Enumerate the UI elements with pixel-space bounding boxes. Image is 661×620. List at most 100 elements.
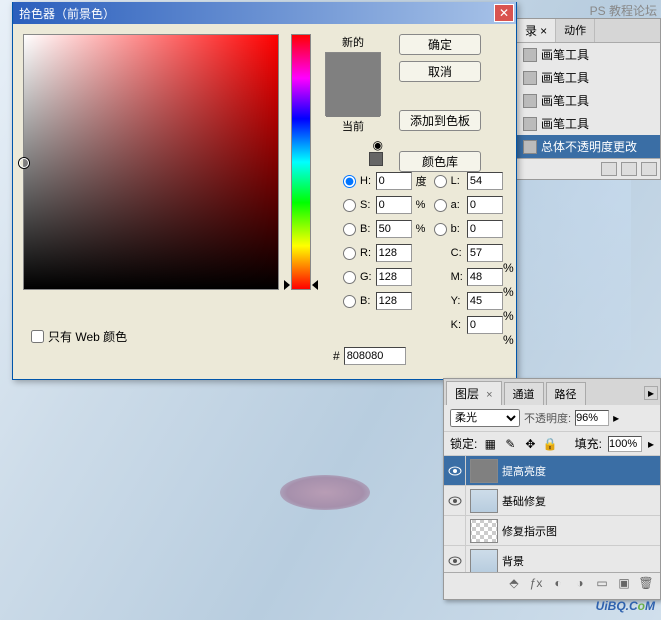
color-fields: H:度 L: S:% a: B:% b: R: C: G: M: B: Y: K… (343, 172, 503, 334)
lock-move-icon[interactable]: ✥ (523, 437, 537, 451)
swatch-current[interactable] (326, 85, 380, 117)
brush-icon (523, 94, 537, 108)
fill-input[interactable] (608, 436, 642, 452)
tab-paths[interactable]: 路径 (546, 382, 586, 405)
close-button[interactable]: ✕ (494, 4, 514, 22)
chevron-icon[interactable]: ▸ (613, 411, 619, 425)
dialog-titlebar[interactable]: 拾色器（前景色） ✕ (13, 2, 516, 24)
visibility-eye-icon[interactable] (444, 486, 466, 515)
radio-b[interactable] (343, 223, 356, 236)
radio-s[interactable] (343, 199, 356, 212)
folder-icon[interactable]: ▭ (594, 576, 610, 590)
input-y[interactable] (467, 292, 503, 310)
lock-label: 锁定: (450, 435, 477, 452)
radio-g[interactable] (343, 271, 356, 284)
visibility-eye-icon[interactable] (444, 456, 466, 485)
web-warning-icon[interactable] (369, 152, 383, 166)
history-item[interactable]: 画笔工具 (517, 43, 660, 66)
input-b[interactable] (376, 220, 412, 238)
web-only-checkbox[interactable]: 只有 Web 颜色 (31, 328, 127, 345)
layers-panel: 图层 × 通道 路径 ▸ 柔光 不透明度: ▸ 锁定: ▦ ✎ ✥ 🔒 填充: … (443, 378, 661, 600)
history-footer (517, 158, 660, 179)
panel-menu-icon[interactable]: ▸ (644, 386, 658, 400)
input-m[interactable] (467, 268, 503, 286)
mask-icon[interactable]: ◐ (550, 576, 566, 590)
layer-thumbnail[interactable] (470, 549, 498, 573)
history-item-selected[interactable]: 总体不透明度更改 (517, 135, 660, 158)
ok-button[interactable]: 确定 (399, 34, 481, 55)
cube-warning-icon[interactable]: ◉ (369, 138, 383, 152)
tab-history[interactable]: 录 × (517, 19, 556, 42)
history-item[interactable]: 画笔工具 (517, 66, 660, 89)
input-hex[interactable] (344, 347, 406, 365)
swatch-new[interactable] (326, 53, 380, 85)
cancel-button[interactable]: 取消 (399, 61, 481, 82)
lock-trans-icon[interactable]: ▦ (483, 437, 497, 451)
opacity-label: 不透明度: (524, 410, 571, 426)
hex-prefix: # (333, 349, 340, 363)
layer-list: 提高亮度 基础修复 修复指示图 背景 (444, 456, 660, 572)
new-layer-icon[interactable]: ▣ (616, 576, 632, 590)
web-only-input[interactable] (31, 330, 44, 343)
hex-row: # (333, 347, 406, 365)
opacity-input[interactable] (575, 410, 609, 426)
radio-b2[interactable] (434, 223, 447, 236)
radio-h[interactable] (343, 175, 356, 188)
background-lips (280, 475, 370, 510)
input-k[interactable] (467, 316, 503, 334)
tab-layers[interactable]: 图层 × (446, 381, 502, 405)
fill-label: 填充: (575, 435, 602, 452)
dialog-title: 拾色器（前景色） (19, 5, 115, 22)
color-lib-button[interactable]: 颜色库 (399, 151, 481, 172)
layer-row[interactable]: 提高亮度 (444, 456, 660, 486)
input-g[interactable] (376, 268, 412, 286)
layer-row[interactable]: 背景 (444, 546, 660, 572)
radio-r[interactable] (343, 247, 356, 260)
layer-thumbnail[interactable] (470, 519, 498, 543)
hue-slider[interactable] (291, 34, 311, 290)
new-state-icon[interactable] (621, 162, 637, 176)
color-field[interactable] (23, 34, 279, 290)
lock-paint-icon[interactable]: ✎ (503, 437, 517, 451)
trash-icon[interactable] (641, 162, 657, 176)
brush-icon (523, 48, 537, 62)
link-icon[interactable]: ⬘ (506, 576, 522, 590)
radio-l[interactable] (434, 175, 447, 188)
current-label: 当前 (323, 118, 383, 134)
chevron-icon[interactable]: ▸ (648, 437, 654, 451)
new-label: 新的 (323, 34, 383, 50)
input-b3[interactable] (376, 292, 412, 310)
radio-b3[interactable] (343, 295, 356, 308)
lock-all-icon[interactable]: 🔒 (543, 437, 557, 451)
blend-mode-select[interactable]: 柔光 (450, 409, 520, 427)
input-c[interactable] (467, 244, 503, 262)
tab-actions[interactable]: 动作 (556, 19, 595, 42)
hue-arrow-right (312, 280, 318, 290)
layer-thumbnail[interactable] (470, 489, 498, 513)
history-panel: 录 × 动作 画笔工具 画笔工具 画笔工具 画笔工具 总体不透明度更改 (516, 18, 661, 180)
history-item[interactable]: 画笔工具 (517, 89, 660, 112)
radio-a[interactable] (434, 199, 447, 212)
watermark-bottom: UiBQ.CoM (596, 590, 655, 616)
layer-thumbnail[interactable] (470, 459, 498, 483)
input-b2[interactable] (467, 220, 503, 238)
input-l[interactable] (467, 172, 503, 190)
color-picker-dialog: 拾色器（前景色） ✕ 新的 当前 ◉ 确定 取消 (12, 2, 517, 380)
add-swatch-button[interactable]: 添加到色板 (399, 110, 481, 131)
new-snapshot-icon[interactable] (601, 162, 617, 176)
input-s[interactable] (376, 196, 412, 214)
layer-row[interactable]: 修复指示图 (444, 516, 660, 546)
tab-channels[interactable]: 通道 (504, 382, 544, 405)
swatch-preview (325, 52, 381, 116)
input-a[interactable] (467, 196, 503, 214)
trash-icon[interactable]: 🗑 (638, 576, 654, 590)
adjust-icon[interactable]: ◑ (572, 576, 588, 590)
history-item[interactable]: 画笔工具 (517, 112, 660, 135)
brush-icon (523, 71, 537, 85)
layer-row[interactable]: 基础修复 (444, 486, 660, 516)
input-r[interactable] (376, 244, 412, 262)
input-h[interactable] (376, 172, 412, 190)
visibility-eye-icon[interactable] (444, 546, 466, 572)
fx-icon[interactable]: ƒx (528, 576, 544, 590)
visibility-eye-icon[interactable] (444, 516, 466, 545)
